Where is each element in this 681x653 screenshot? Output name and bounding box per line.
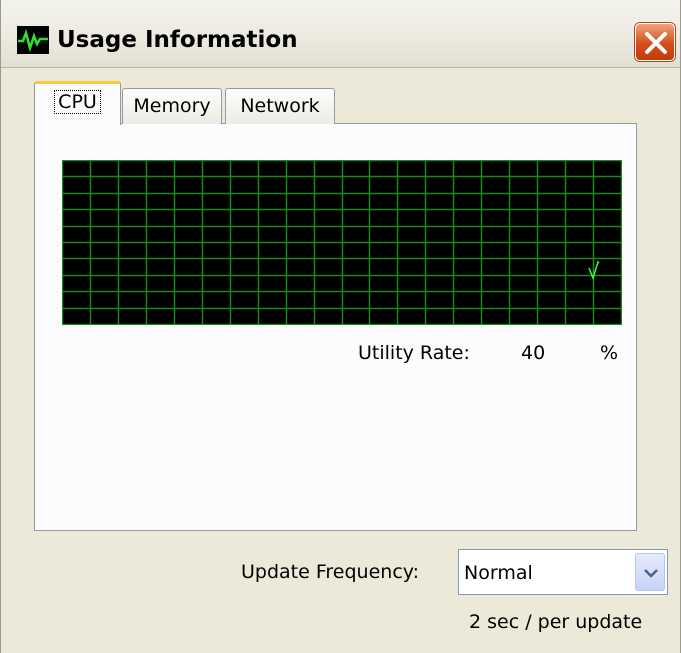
close-icon xyxy=(645,32,667,54)
update-interval-text: 2 sec / per update xyxy=(469,611,643,633)
close-button[interactable] xyxy=(635,23,675,61)
tab-network[interactable]: Network xyxy=(225,88,335,124)
chevron-down-icon xyxy=(644,569,658,578)
update-frequency-label: Update Frequency: xyxy=(241,561,420,583)
tab-memory[interactable]: Memory xyxy=(122,88,222,124)
cpu-usage-graph xyxy=(62,160,622,325)
utility-rate-label: Utility Rate: xyxy=(358,342,470,364)
utility-rate-value: 40 xyxy=(521,342,546,364)
update-frequency-select[interactable]: Normal xyxy=(458,549,668,595)
activity-monitor-icon xyxy=(17,26,49,54)
dropdown-button[interactable] xyxy=(635,553,665,591)
tab-cpu[interactable]: CPU xyxy=(34,81,121,125)
update-frequency-value: Normal xyxy=(464,562,533,584)
utility-rate-unit: % xyxy=(600,342,619,364)
tab-label: Network xyxy=(240,95,320,117)
window-title: Usage Information xyxy=(57,27,298,53)
usage-information-window: Usage Information CPU Memory Network Uti… xyxy=(0,0,681,653)
tab-label: CPU xyxy=(54,90,101,114)
tab-label: Memory xyxy=(133,95,211,117)
title-bar[interactable]: Usage Information xyxy=(1,0,680,68)
